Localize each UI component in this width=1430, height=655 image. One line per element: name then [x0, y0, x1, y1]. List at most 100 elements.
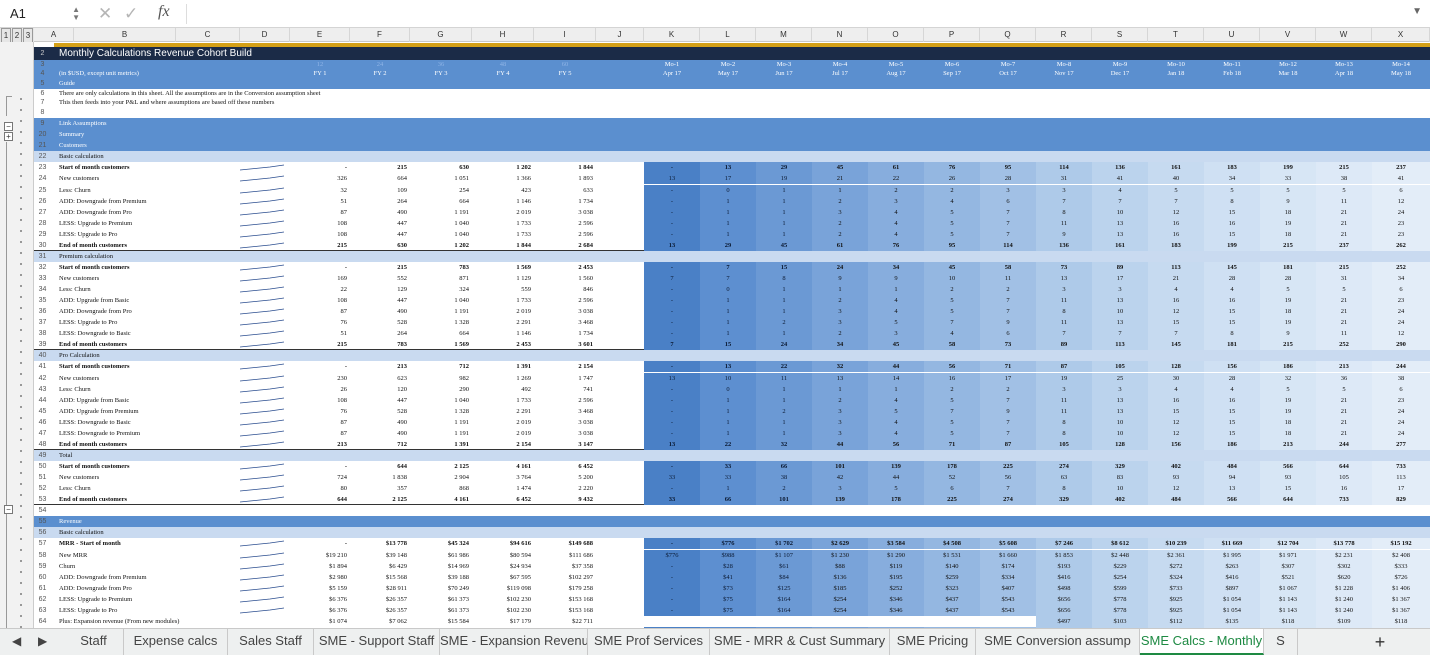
month-value: $174	[980, 560, 1036, 572]
month-value: 6	[980, 328, 1036, 340]
sheet-tab[interactable]: SME Pricing	[890, 629, 976, 655]
name-box-stepper-icon[interactable]: ▲ ▼	[72, 6, 80, 22]
month-value: 13	[700, 162, 756, 174]
column-header-v[interactable]: V	[1260, 28, 1316, 42]
sheet-tab[interactable]: Sales Staff	[228, 629, 314, 655]
sheet-tab[interactable]: SME - Support Staff	[314, 629, 440, 655]
sheet-title: Monthly Calculations Revenue Cohort Buil…	[59, 48, 252, 59]
month-value: 13	[1036, 273, 1092, 285]
sheet-row-7: 7 This then feeds into your P&L and where…	[34, 98, 1430, 108]
next-sheet-icon[interactable]: ▶	[38, 634, 47, 648]
row-number: 6	[40, 90, 45, 98]
column-header-q[interactable]: Q	[980, 28, 1036, 42]
cancel-icon[interactable]: ✕	[98, 4, 112, 24]
add-sheet-button[interactable]: +	[1368, 631, 1392, 653]
column-header-k[interactable]: K	[644, 28, 700, 42]
month-value: $1 531	[924, 549, 980, 561]
month-value: 11	[1036, 394, 1092, 406]
row-number: 29	[38, 230, 47, 238]
column-header-s[interactable]: S	[1092, 28, 1148, 42]
column-header-w[interactable]: W	[1316, 28, 1372, 42]
confirm-icon[interactable]: ✓	[124, 4, 138, 24]
month-value: 44	[812, 438, 868, 450]
month-value: 63	[1036, 472, 1092, 484]
column-header-x[interactable]: X	[1372, 28, 1430, 42]
outline-level-2-button[interactable]: 2	[12, 28, 22, 43]
column-header-l[interactable]: L	[700, 28, 756, 42]
sheet-tab[interactable]: Staff	[64, 629, 124, 655]
month-header: Mo-11	[1223, 61, 1241, 68]
sparkline-svg	[239, 319, 285, 326]
month-value: 19	[1036, 372, 1092, 384]
month-value: 1	[700, 394, 756, 406]
column-header-m[interactable]: M	[756, 28, 812, 42]
month-value: 7	[700, 261, 756, 273]
column-header-g[interactable]: G	[410, 28, 472, 42]
row-number: 26	[38, 197, 47, 205]
month-value: 484	[1148, 494, 1204, 506]
month-value: -	[644, 383, 700, 395]
column-header-u[interactable]: U	[1204, 28, 1260, 42]
sparkline	[239, 574, 285, 582]
month-value: 5	[1204, 184, 1260, 196]
sheet-row-23: 23 Start of month customers -215 630 1 202 1 …	[34, 162, 1430, 174]
column-header-f[interactable]: F	[350, 28, 410, 42]
column-header-j[interactable]: J	[596, 28, 644, 42]
outline-dot	[20, 329, 22, 331]
month-value: 2	[868, 184, 924, 196]
month-value: 139	[868, 461, 924, 473]
month-value: 42	[812, 472, 868, 484]
month-value: 4	[868, 295, 924, 307]
sheet-tab[interactable]: SME Conversion assump	[976, 629, 1140, 655]
month-value: 290	[1372, 339, 1430, 351]
expand-group-button[interactable]: +	[4, 132, 13, 141]
column-header-b[interactable]: B	[74, 28, 176, 42]
column-header-h[interactable]: H	[472, 28, 534, 42]
column-header-o[interactable]: O	[868, 28, 924, 42]
month-value: 2	[924, 284, 980, 296]
sheet-tab[interactable]: Expense calcs	[124, 629, 228, 655]
column-header-c[interactable]: C	[176, 28, 240, 42]
month-value: $543	[980, 593, 1036, 605]
fy-value: 3 147	[578, 440, 593, 448]
outline-level-3-button[interactable]: 3	[23, 28, 33, 43]
column-header-i[interactable]: I	[534, 28, 596, 42]
fy-value: 630	[397, 241, 407, 249]
month-value: $254	[812, 604, 868, 616]
month-value: 7	[700, 273, 756, 285]
fy-value: 51	[340, 197, 348, 205]
month-value: 21	[1316, 206, 1372, 218]
collapse-group-button[interactable]: −	[4, 122, 13, 131]
column-header-r[interactable]: R	[1036, 28, 1092, 42]
column-header-a[interactable]: A	[34, 28, 74, 42]
month-value: 19	[1260, 394, 1316, 406]
expand-formula-bar-icon[interactable]: ▼	[1412, 6, 1422, 17]
outline-level-1-button[interactable]: 1	[1, 28, 11, 43]
month-value: 13	[1092, 295, 1148, 307]
sheet-grid[interactable]: 2 Monthly Calculations Revenue Cohort Bui…	[34, 42, 1430, 628]
month-value: 181	[1260, 261, 1316, 273]
sheet-tab[interactable]: SME - Expansion Revenue	[440, 629, 588, 655]
collapse-group-button[interactable]: −	[4, 505, 13, 514]
sheet-row-42: 42 New customers 230 623 982 1 269 1 747 13 10 11…	[34, 372, 1430, 384]
column-header-p[interactable]: P	[924, 28, 980, 42]
column-header-n[interactable]: N	[812, 28, 868, 42]
fy-value: 724	[337, 474, 347, 481]
column-header-t[interactable]: T	[1148, 28, 1204, 42]
sheet-tab[interactable]: S	[1264, 629, 1298, 655]
column-header-d[interactable]: D	[240, 28, 290, 42]
name-box[interactable]: A1 ▲ ▼	[4, 4, 84, 24]
month-value: 24	[1372, 206, 1430, 218]
sheet-tab[interactable]: SME - MRR & Cust Summary	[710, 629, 890, 655]
prev-sheet-icon[interactable]: ◀	[12, 634, 21, 648]
month-value: -	[644, 560, 700, 572]
sheet-tab[interactable]: SME Calcs - Monthly	[1140, 629, 1264, 655]
fy-value: 528	[397, 319, 407, 327]
sheet-tab[interactable]: SME Prof Services	[588, 629, 710, 655]
column-header-e[interactable]: E	[290, 28, 350, 42]
function-icon[interactable]: fx	[158, 3, 170, 21]
month-value: 17	[1372, 483, 1430, 495]
month-value: 28	[1260, 273, 1316, 285]
outline-dot	[20, 516, 22, 518]
month-value: 402	[1148, 461, 1204, 473]
